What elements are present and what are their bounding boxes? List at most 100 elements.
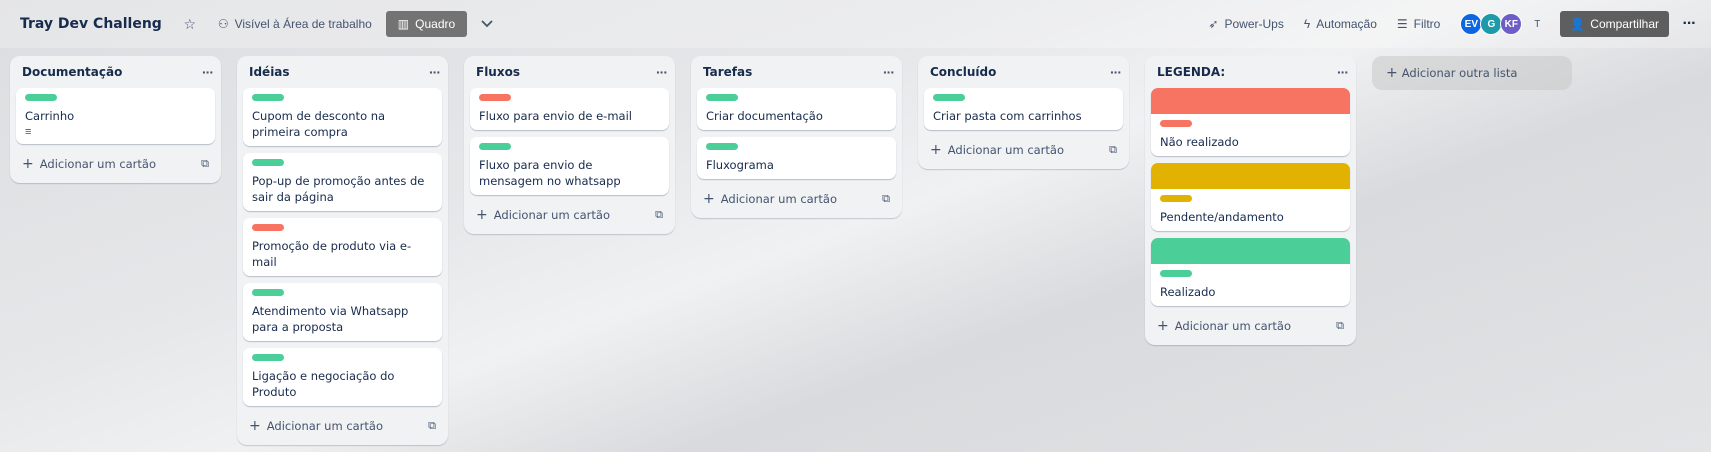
template-icon[interactable]: ⧉: [1336, 319, 1344, 333]
share-button[interactable]: 👤 Compartilhar: [1560, 11, 1669, 37]
list-title[interactable]: Tarefas: [703, 65, 752, 79]
add-card-button[interactable]: + Adicionar um cartão ⧉: [1151, 313, 1350, 339]
board-title[interactable]: Tray Dev Challeng: [20, 16, 162, 32]
card[interactable]: Ligação e negociação do Produto: [243, 348, 442, 406]
member-avatars: EV G KF T: [1460, 13, 1548, 35]
list-header: Documentação ···: [16, 56, 215, 84]
filter-button[interactable]: ☰ Filtro: [1389, 10, 1448, 38]
card-title: Ligação e negociação do Produto: [252, 369, 395, 399]
board-header: Tray Dev Challeng ☆ ⚇ Visível à Área de …: [0, 0, 1711, 48]
add-card-button[interactable]: + Adicionar um cartão ⧉: [470, 202, 669, 228]
avatar[interactable]: T: [1526, 13, 1548, 35]
card-label[interactable]: [1160, 120, 1192, 127]
more-icon[interactable]: ···: [429, 64, 441, 80]
template-icon[interactable]: ⧉: [1109, 143, 1117, 157]
card-label[interactable]: [1160, 270, 1192, 277]
card-title: Criar documentação: [706, 109, 823, 123]
avatar[interactable]: G: [1480, 13, 1503, 35]
template-icon[interactable]: ⧉: [655, 208, 663, 222]
card[interactable]: Carrinho ≡: [16, 88, 215, 144]
plus-icon: +: [1386, 65, 1398, 81]
plus-icon: +: [703, 191, 715, 207]
add-card-button[interactable]: + Adicionar um cartão ⧉: [243, 413, 442, 439]
card-cover: [1151, 238, 1350, 264]
plus-icon: +: [930, 142, 942, 158]
more-icon[interactable]: ···: [883, 64, 895, 80]
add-card-label-group: + Adicionar um cartão: [22, 156, 156, 172]
card-label[interactable]: [25, 94, 57, 101]
avatar[interactable]: EV: [1460, 13, 1483, 35]
add-card-label: Adicionar um cartão: [720, 192, 838, 206]
card[interactable]: Fluxo para envio de e-mail: [470, 88, 669, 130]
list-title[interactable]: Documentação: [22, 65, 122, 79]
board-view-label: Quadro: [415, 17, 456, 31]
list-title[interactable]: Fluxos: [476, 65, 520, 79]
board-view-button[interactable]: ▥ Quadro: [385, 11, 468, 37]
list-header: Idéias ···: [243, 56, 442, 84]
card-cover: [1151, 163, 1350, 189]
card[interactable]: Criar documentação: [697, 88, 896, 130]
card-title: Realizado: [1160, 285, 1216, 299]
more-icon[interactable]: ···: [202, 64, 214, 80]
add-card-label: Adicionar um cartão: [266, 419, 384, 433]
list-3: Tarefas ··· Criar documentação Fluxograma + A…: [691, 56, 902, 218]
card[interactable]: Atendimento via Whatsapp para a proposta: [243, 283, 442, 341]
card[interactable]: Pendente/andamento: [1151, 163, 1350, 231]
card-label[interactable]: [252, 159, 284, 166]
visibility-button[interactable]: ⚇ Visível à Área de trabalho: [210, 10, 380, 38]
card-title: Criar pasta com carrinhos: [933, 109, 1082, 123]
share-label: Compartilhar: [1590, 17, 1659, 31]
powerups-label: Power-Ups: [1224, 17, 1284, 31]
add-card-button[interactable]: + Adicionar um cartão ⧉: [697, 186, 896, 212]
card-label[interactable]: [706, 94, 738, 101]
card[interactable]: Criar pasta com carrinhos: [924, 88, 1123, 130]
card-title: Fluxo para envio de e-mail: [479, 109, 632, 123]
chevron-down-icon[interactable]: [475, 12, 499, 36]
list-5: LEGENDA: ··· Não realizado Pendente/andamen…: [1145, 56, 1356, 345]
avatar[interactable]: KF: [1500, 13, 1523, 35]
card[interactable]: Pop-up de promoção antes de sair da pági…: [243, 153, 442, 211]
card[interactable]: Fluxograma: [697, 137, 896, 179]
card[interactable]: Não realizado: [1151, 88, 1350, 156]
template-icon[interactable]: ⧉: [428, 419, 436, 433]
add-card-label-group: + Adicionar um cartão: [930, 142, 1064, 158]
card-label[interactable]: [1160, 195, 1192, 202]
template-icon[interactable]: ⧉: [201, 157, 209, 171]
add-list-button[interactable]: + Adicionar outra lista: [1372, 56, 1572, 90]
more-icon[interactable]: ···: [1110, 64, 1122, 80]
add-card-label: Adicionar um cartão: [493, 208, 611, 222]
add-card-label-group: + Adicionar um cartão: [249, 418, 383, 434]
board-canvas: Documentação ··· Carrinho ≡ + Adicionar um ca…: [10, 56, 1711, 445]
card-label[interactable]: [933, 94, 965, 101]
card[interactable]: Realizado: [1151, 238, 1350, 306]
powerups-button[interactable]: ➶ Power-Ups: [1200, 10, 1291, 38]
card-label[interactable]: [252, 94, 284, 101]
list-title[interactable]: Concluído: [930, 65, 996, 79]
list-header: Fluxos ···: [470, 56, 669, 84]
card-title: Pop-up de promoção antes de sair da pági…: [252, 174, 425, 204]
list-title[interactable]: LEGENDA:: [1157, 65, 1225, 79]
list-title[interactable]: Idéias: [249, 65, 290, 79]
people-icon: ⚇: [217, 17, 229, 31]
add-list-label: Adicionar outra lista: [1401, 66, 1518, 80]
card[interactable]: Cupom de desconto na primeira compra: [243, 88, 442, 146]
more-icon[interactable]: ···: [1677, 15, 1701, 33]
more-icon[interactable]: ···: [1337, 64, 1349, 80]
list-4: Concluído ··· Criar pasta com carrinhos + Ad…: [918, 56, 1129, 169]
add-card-button[interactable]: + Adicionar um cartão ⧉: [16, 151, 215, 177]
card[interactable]: Promoção de produto via e-mail: [243, 218, 442, 276]
card-label[interactable]: [252, 289, 284, 296]
template-icon[interactable]: ⧉: [882, 192, 890, 206]
card-label[interactable]: [252, 224, 284, 231]
more-icon[interactable]: ···: [656, 64, 668, 80]
star-icon[interactable]: ☆: [178, 12, 202, 36]
card-label[interactable]: [706, 143, 738, 150]
card-label[interactable]: [479, 94, 511, 101]
card[interactable]: Fluxo para envio de mensagem no whatsapp: [470, 137, 669, 195]
card-label[interactable]: [252, 354, 284, 361]
card-label[interactable]: [479, 143, 511, 150]
add-card-button[interactable]: + Adicionar um cartão ⧉: [924, 137, 1123, 163]
automation-button[interactable]: ϟ Automação: [1296, 10, 1385, 38]
filter-label: Filtro: [1413, 17, 1441, 31]
card-title: Atendimento via Whatsapp para a proposta: [252, 304, 409, 334]
